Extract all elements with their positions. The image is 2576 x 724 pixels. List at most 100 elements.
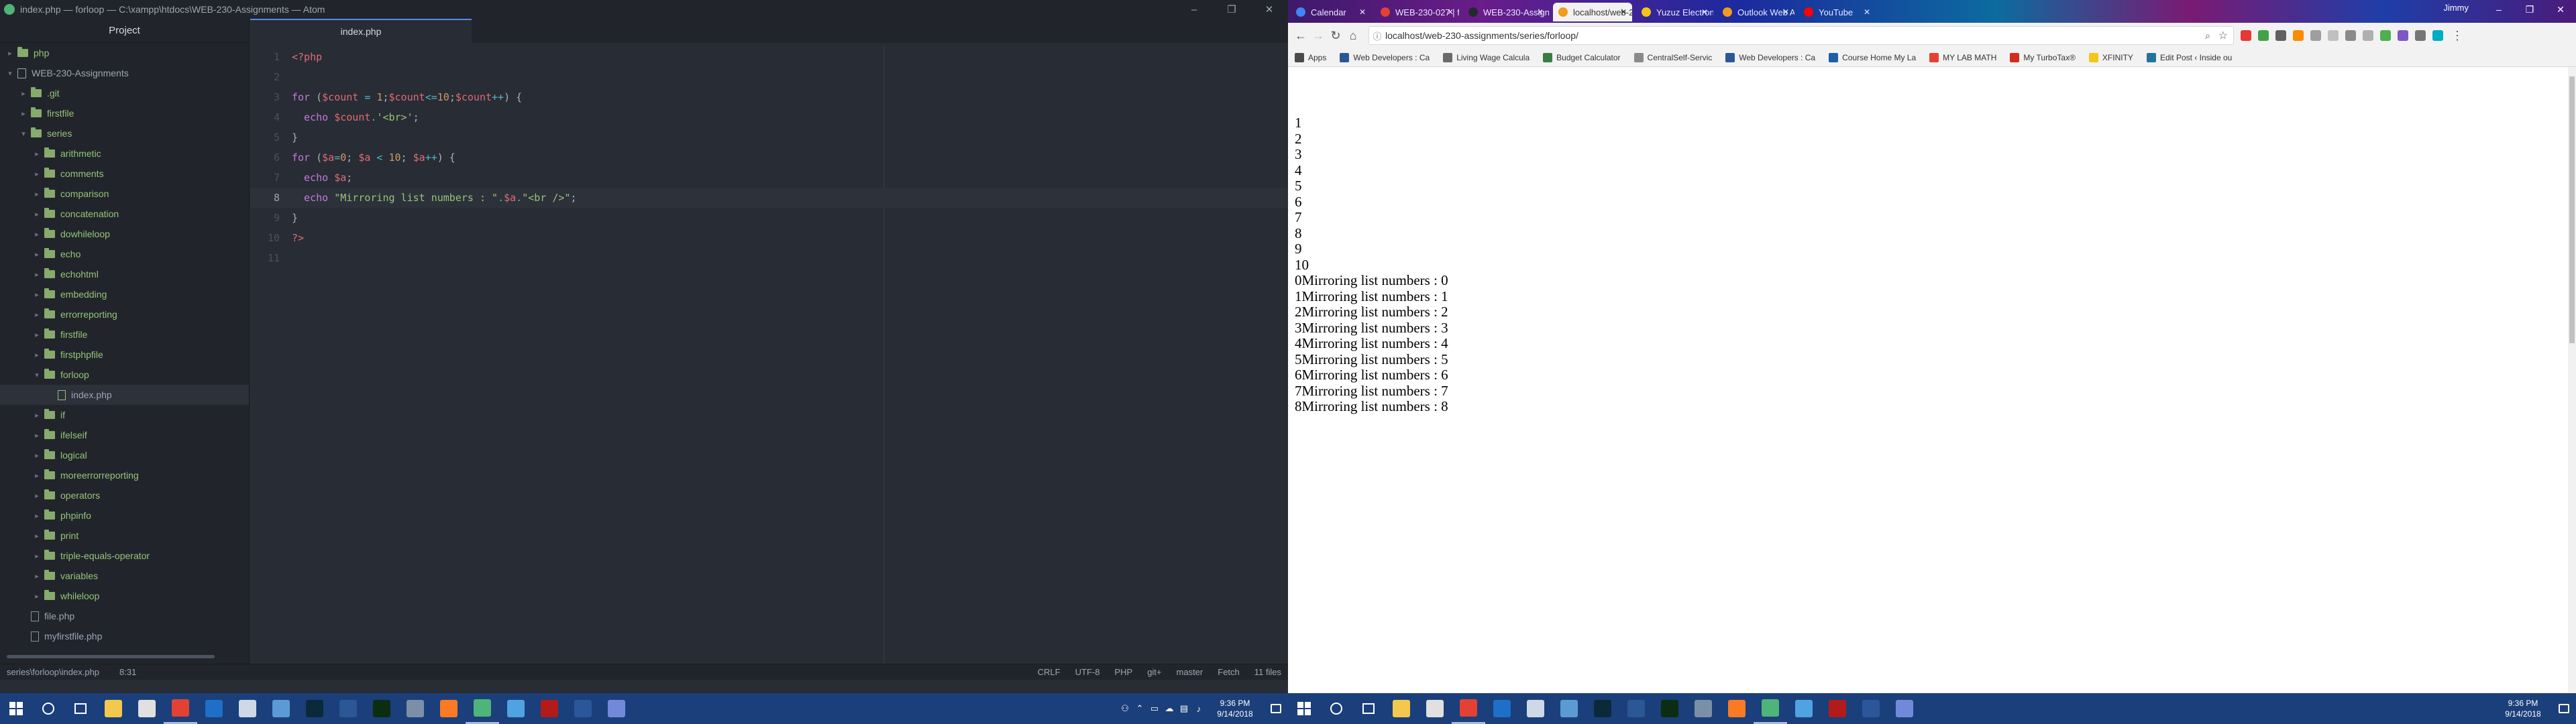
tree-item[interactable]: ▸ dowhileloop bbox=[0, 224, 249, 244]
bookmark-star-icon[interactable]: ☆ bbox=[2218, 29, 2228, 42]
tree-item[interactable]: ▾ series bbox=[0, 123, 249, 143]
taskbar-app-button[interactable] bbox=[231, 693, 264, 724]
code-line[interactable]: 5} bbox=[250, 127, 1288, 147]
tree-item[interactable]: ▸ echo bbox=[0, 244, 249, 264]
chevron-right-icon[interactable]: ▸ bbox=[32, 290, 42, 299]
tree-item[interactable]: ▸ firstfile bbox=[0, 324, 249, 345]
forward-arrow-icon[interactable]: → bbox=[1309, 25, 1327, 46]
chrome-minimize-button[interactable]: – bbox=[2483, 0, 2514, 19]
taskbar-app-button[interactable] bbox=[398, 693, 432, 724]
tree-item[interactable]: ▸ if bbox=[0, 405, 249, 425]
tree-item[interactable]: ▸ embedding bbox=[0, 284, 249, 304]
browser-tab[interactable]: Outlook Web App✕ bbox=[1717, 3, 1794, 21]
chevron-right-icon[interactable]: ▸ bbox=[32, 149, 42, 158]
chrome-menu-icon[interactable]: ⋮ bbox=[2449, 25, 2466, 46]
tree-scrollbar[interactable] bbox=[7, 655, 215, 658]
taskbar-app-button[interactable] bbox=[1519, 693, 1552, 724]
tab-close-icon[interactable]: ✕ bbox=[1864, 7, 1870, 17]
bookmark-item[interactable]: Web Developers : Ca bbox=[1340, 52, 1430, 62]
taskbar-app-button[interactable] bbox=[1787, 693, 1821, 724]
bookmark-item[interactable]: Budget Calculator bbox=[1543, 52, 1621, 62]
chevron-right-icon[interactable]: ▸ bbox=[32, 170, 42, 178]
action-center-button-right[interactable] bbox=[2552, 704, 2576, 713]
chrome-close-button[interactable]: ✕ bbox=[2545, 0, 2576, 19]
bookmark-item[interactable]: MY LAB MATH bbox=[1929, 52, 1996, 62]
tab-index-php[interactable]: index.php bbox=[250, 19, 472, 43]
chevron-right-icon[interactable]: ▸ bbox=[19, 89, 28, 98]
extension-icon[interactable] bbox=[2398, 30, 2408, 41]
chevron-right-icon[interactable]: ▸ bbox=[32, 451, 42, 460]
taskbar-app-button[interactable] bbox=[1854, 693, 1888, 724]
url-text[interactable]: localhost/web-230-assignments/series/for… bbox=[1385, 30, 1578, 41]
status-line-ending[interactable]: CRLF bbox=[1038, 667, 1061, 677]
cortana-search-button[interactable] bbox=[32, 693, 64, 724]
tree-item[interactable]: ▸ concatenation bbox=[0, 204, 249, 224]
tree-item[interactable]: ▾ WEB-230-Assignments bbox=[0, 63, 249, 83]
tree-item[interactable]: ▸ phpinfo bbox=[0, 505, 249, 526]
code-line[interactable]: 1 <?php bbox=[250, 47, 1288, 67]
action-center-button[interactable] bbox=[1264, 704, 1288, 713]
taskbar-app-button[interactable] bbox=[1385, 693, 1418, 724]
chevron-right-icon[interactable]: ▸ bbox=[32, 270, 42, 279]
tree-item[interactable]: ▸ operators bbox=[0, 485, 249, 505]
chevron-down-icon[interactable]: ▾ bbox=[5, 69, 15, 78]
code-line[interactable]: 4 echo $count.'<br>'; bbox=[250, 107, 1288, 127]
chevron-right-icon[interactable]: ▸ bbox=[32, 572, 42, 581]
chevron-right-icon[interactable]: ▸ bbox=[32, 210, 42, 219]
code-line[interactable]: 11 bbox=[250, 248, 1288, 268]
extension-icon[interactable] bbox=[2258, 30, 2269, 41]
chrome-maximize-button[interactable]: ❐ bbox=[2514, 0, 2545, 19]
status-branch[interactable]: master bbox=[1177, 667, 1203, 677]
tab-close-icon[interactable]: ✕ bbox=[1701, 7, 1708, 17]
profile-name[interactable]: Jimmy bbox=[2443, 3, 2469, 13]
task-view-button-right[interactable] bbox=[1352, 693, 1385, 724]
tree-item[interactable]: myfirstfile.php bbox=[0, 626, 249, 646]
browser-tab[interactable]: Yuzuz Electronic Comm✕ bbox=[1636, 3, 1713, 21]
chevron-right-icon[interactable]: ▸ bbox=[32, 491, 42, 500]
bookmark-item[interactable]: My TurboTax® bbox=[2010, 52, 2076, 62]
tab-close-icon[interactable]: ✕ bbox=[1620, 7, 1627, 17]
code-area[interactable]: 1 <?php 2 3 for ($count = 1;$count<=10;$coun… bbox=[250, 47, 1288, 664]
extension-icon[interactable] bbox=[2345, 30, 2356, 41]
tree-item[interactable]: ▸ ifelseif bbox=[0, 425, 249, 445]
taskbar-app-button[interactable] bbox=[1821, 693, 1854, 724]
tree-item[interactable]: ▸ comments bbox=[0, 164, 249, 184]
taskbar-app-button[interactable] bbox=[1552, 693, 1586, 724]
taskbar-app-button[interactable] bbox=[197, 693, 231, 724]
status-git[interactable]: git+ bbox=[1147, 667, 1161, 677]
status-encoding[interactable]: UTF-8 bbox=[1075, 667, 1100, 677]
taskbar-app-button[interactable] bbox=[331, 693, 365, 724]
bookmark-item[interactable]: Living Wage Calcula bbox=[1443, 52, 1529, 62]
extension-icon[interactable] bbox=[2380, 30, 2391, 41]
chevron-right-icon[interactable]: ▸ bbox=[32, 190, 42, 198]
tree-item[interactable]: ▸ firstfile bbox=[0, 103, 249, 123]
taskbar-app-button[interactable] bbox=[432, 693, 466, 724]
chevron-right-icon[interactable]: ▸ bbox=[32, 552, 42, 560]
start-button[interactable] bbox=[0, 693, 32, 724]
people-icon[interactable]: ⚇ bbox=[1118, 703, 1132, 714]
taskbar-app-button[interactable] bbox=[164, 693, 197, 724]
taskbar-app-button[interactable] bbox=[466, 693, 499, 724]
taskbar-app-button[interactable] bbox=[1619, 693, 1653, 724]
chevron-right-icon[interactable]: ▸ bbox=[32, 532, 42, 540]
home-icon[interactable]: ⌂ bbox=[1344, 25, 1362, 46]
taskbar-app-button[interactable] bbox=[533, 693, 566, 724]
zoom-icon[interactable]: ⌕ bbox=[2205, 30, 2210, 42]
tree-item[interactable]: ▸ errorreporting bbox=[0, 304, 249, 324]
taskbar-app-button[interactable] bbox=[1653, 693, 1686, 724]
code-line[interactable]: 2 bbox=[250, 67, 1288, 87]
taskbar-app-button[interactable] bbox=[1485, 693, 1519, 724]
code-line[interactable]: 10 ?> bbox=[250, 228, 1288, 248]
tree-item[interactable]: file.php bbox=[0, 606, 249, 626]
chevron-right-icon[interactable]: ▸ bbox=[5, 49, 15, 58]
tree-item[interactable]: ▸ echohtml bbox=[0, 264, 249, 284]
status-fetch-button[interactable]: Fetch bbox=[1218, 667, 1240, 677]
chevron-right-icon[interactable]: ▸ bbox=[32, 330, 42, 339]
taskbar-clock-right[interactable]: 9:36 PM 9/14/2018 bbox=[2494, 698, 2552, 719]
address-bar[interactable]: ⓘ localhost/web-230-assignments/series/f… bbox=[1368, 26, 2234, 45]
taskbar-app-button[interactable] bbox=[365, 693, 398, 724]
start-button-right[interactable] bbox=[1288, 693, 1320, 724]
onedrive-icon[interactable]: ☁ bbox=[1162, 703, 1177, 714]
tree-item[interactable]: ▸ print bbox=[0, 526, 249, 546]
page-scrollbar-thumb[interactable] bbox=[2569, 76, 2575, 343]
